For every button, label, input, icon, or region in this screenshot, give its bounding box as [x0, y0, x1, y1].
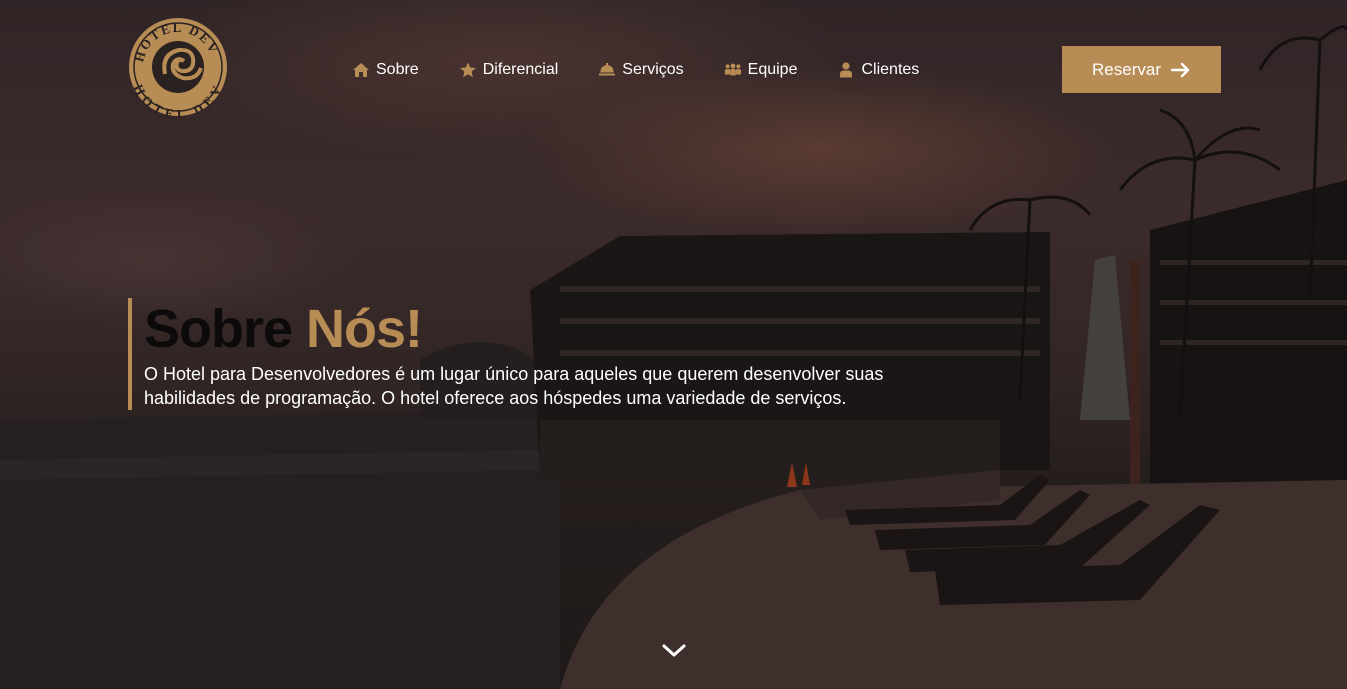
chevron-down-icon[interactable]: [660, 640, 688, 662]
about-title-part1: Sobre: [144, 299, 293, 359]
nav-label-clientes: Clientes: [861, 61, 920, 78]
bell-icon: [599, 63, 616, 76]
about-title-part2: Nós!: [306, 299, 423, 359]
user-icon: [840, 62, 853, 78]
arrow-right-icon: [1170, 62, 1190, 77]
about-section: Sobre Nós! O Hotel para Desenvolvedores …: [128, 298, 924, 410]
hotel-dev-logo[interactable]: HOTEL DEV HOTEL DEV: [127, 16, 229, 118]
star-icon: [459, 62, 476, 78]
home-icon: [353, 63, 369, 77]
nav-item-diferencial[interactable]: Diferencial: [459, 58, 559, 82]
hero-section: HOTEL DEV HOTEL DEV Sobre Diferencial Se…: [0, 0, 1347, 689]
nav-label-servicos: Serviços: [622, 61, 684, 78]
reservar-button[interactable]: Reservar: [1062, 46, 1221, 93]
nav-label-diferencial: Diferencial: [482, 61, 559, 78]
nav-item-equipe[interactable]: Equipe: [724, 58, 798, 82]
nav-label-equipe: Equipe: [747, 61, 798, 78]
about-title: Sobre Nós!: [144, 298, 924, 360]
main-nav: Sobre Diferencial Serviços Equipe Client…: [352, 58, 919, 82]
nav-label-sobre: Sobre: [376, 61, 419, 78]
group-icon: [724, 63, 741, 76]
nav-item-servicos[interactable]: Serviços: [598, 58, 684, 82]
nav-item-clientes[interactable]: Clientes: [837, 58, 919, 82]
nav-item-sobre[interactable]: Sobre: [352, 58, 419, 82]
about-description: O Hotel para Desenvolvedores é um lugar …: [144, 364, 884, 408]
reservar-label: Reservar: [1092, 59, 1161, 79]
